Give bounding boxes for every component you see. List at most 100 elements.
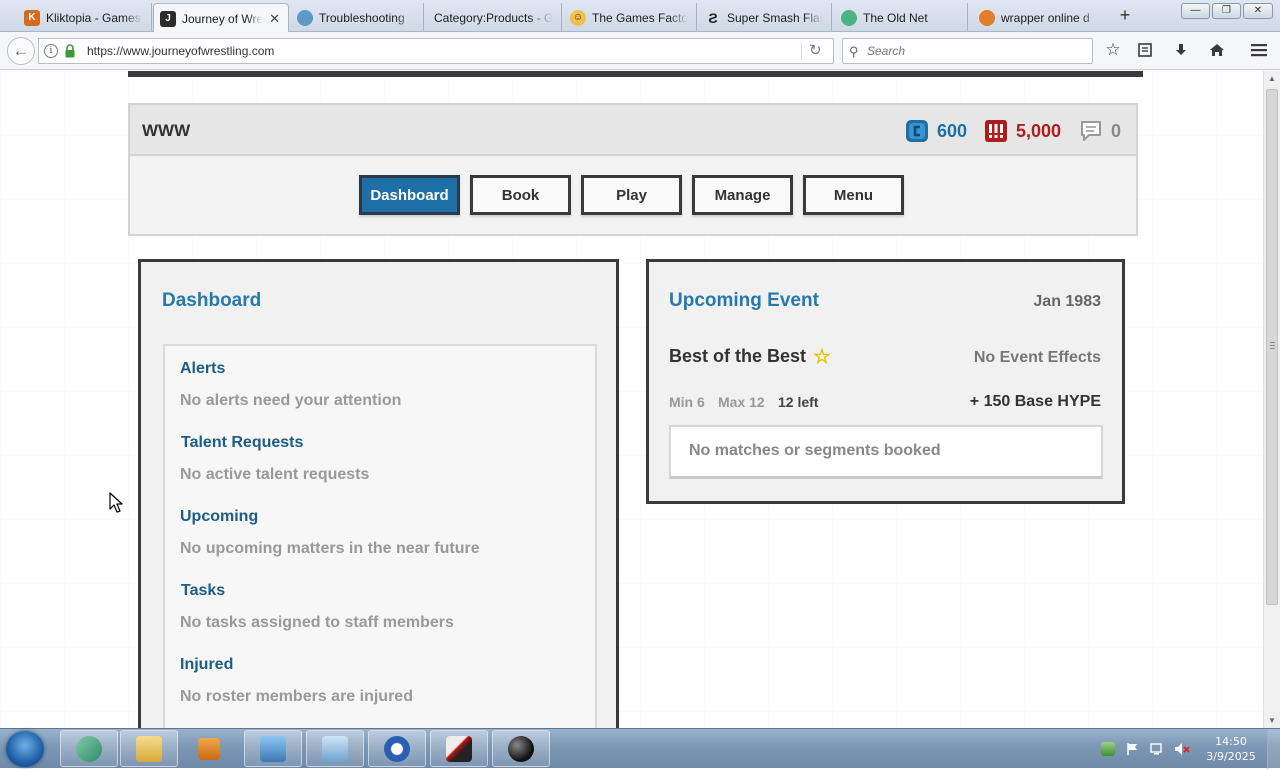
page-top-bar (128, 71, 1143, 77)
dashboard-item-injured[interactable]: Injured No roster members are injured (180, 656, 413, 706)
dashboard-item-title[interactable]: Injured (180, 656, 413, 674)
tab-title: Troubleshooting (319, 10, 405, 25)
url-text[interactable]: https://www.journeyofwrestling.com (87, 44, 274, 58)
mouse-cursor-icon (109, 492, 123, 513)
menu-button[interactable]: Menu (803, 175, 904, 215)
close-window-button[interactable]: ✕ (1243, 3, 1273, 19)
event-slots-left: 12 left (778, 394, 819, 410)
tab-wrapper-online[interactable]: wrapper online d (973, 3, 1109, 32)
taskbar-app-smash[interactable] (430, 730, 488, 767)
download-icon[interactable] (1171, 40, 1191, 60)
star-icon[interactable]: ☆ (813, 347, 831, 367)
manage-button[interactable]: Manage (692, 175, 793, 215)
dashboard-item-upcoming[interactable]: Upcoming No upcoming matters in the near… (180, 508, 480, 558)
url-divider (801, 42, 802, 60)
dashboard-item-alerts[interactable]: Alerts No alerts need your attention (180, 360, 401, 410)
tab-kliktopia[interactable]: K Kliktopia - Games (18, 3, 152, 32)
event-name-text[interactable]: Best of the Best (669, 346, 806, 367)
scroll-grip (1270, 342, 1275, 349)
close-tab-icon[interactable]: ✕ (269, 11, 280, 27)
oldnet-icon (841, 9, 857, 26)
tray-network-icon[interactable] (1101, 742, 1115, 756)
search-bar[interactable]: ⚲ (842, 38, 1093, 64)
tab-old-net[interactable]: The Old Net (835, 3, 968, 32)
dashboard-card: Dashboard Alerts No alerts need your att… (138, 259, 619, 728)
tab-title: Super Smash Flash (727, 10, 823, 25)
tab-games-factory[interactable]: ☺ The Games Factory (564, 3, 697, 32)
dashboard-item-text: No active talent requests (180, 466, 370, 483)
show-desktop-button[interactable] (1267, 729, 1280, 769)
game-factory-icon (384, 735, 410, 762)
event-effects: No Event Effects (973, 349, 1101, 366)
promotion-name: WWW (142, 121, 191, 140)
tab-journey-of-wrestling[interactable]: J Journey of Wrestling ✕ (153, 3, 289, 33)
red-ticket-icon (985, 120, 1007, 142)
event-min-matches: Min 6 (669, 394, 705, 410)
search-input[interactable] (865, 42, 1085, 60)
troubleshooting-icon (297, 9, 313, 26)
scroll-down-icon[interactable]: ▼ (1268, 716, 1276, 725)
promotion-header: WWW 600 5,000 0 Dashboard Book Play Mana… (128, 103, 1138, 236)
dashboard-item-text: No tasks assigned to staff members (180, 614, 454, 631)
dashboard-item-tasks[interactable]: Tasks No tasks assigned to staff members (180, 582, 454, 632)
smash-icon: Ƨ (708, 9, 718, 26)
browser-tab-strip: K Kliktopia - Games J Journey of Wrestli… (0, 0, 1280, 33)
red-currency-value: 5,000 (1016, 120, 1062, 141)
dashboard-item-title[interactable]: Tasks (181, 582, 454, 600)
event-name[interactable]: Best of the Best ☆ (669, 346, 831, 367)
scroll-thumb[interactable] (1266, 89, 1278, 605)
taskbar-app-photos[interactable] (244, 730, 302, 767)
tray-monitor-icon[interactable] (1150, 742, 1164, 756)
taskbar-app-media[interactable] (180, 730, 238, 767)
messages-stat[interactable]: 0 (1079, 118, 1121, 144)
scroll-up-icon[interactable]: ▲ (1268, 74, 1276, 83)
blue-coin-icon (906, 120, 928, 142)
hamburger-menu-icon[interactable] (1249, 40, 1269, 60)
dashboard-item-title[interactable]: Alerts (180, 360, 401, 378)
messages-count: 0 (1111, 120, 1122, 141)
tab-troubleshooting[interactable]: Troubleshooting (291, 3, 424, 32)
taskbar-app-gamefactory[interactable] (368, 730, 426, 767)
tray-flag-icon[interactable] (1126, 742, 1140, 756)
minimize-button[interactable]: — (1181, 3, 1210, 19)
dashboard-button[interactable]: Dashboard (359, 175, 460, 215)
bookmark-star-icon[interactable]: ☆ (1103, 40, 1123, 60)
lock-icon (65, 44, 75, 58)
home-icon[interactable] (1207, 40, 1227, 60)
back-arrow-icon[interactable]: ← (7, 37, 35, 65)
taskbar-app-explorer[interactable] (120, 730, 178, 767)
taskbar-app-dragon[interactable] (60, 730, 118, 767)
media-player-icon (198, 737, 220, 760)
promotion-header-top: WWW 600 5,000 0 (130, 105, 1136, 156)
dragon-app-icon (76, 735, 102, 762)
maximize-button[interactable]: ❐ (1212, 3, 1241, 19)
dashboard-item-talent-requests[interactable]: Talent Requests No active talent request… (180, 434, 370, 484)
start-button[interactable] (6, 731, 44, 767)
blue-currency-stat[interactable]: 600 (905, 118, 967, 144)
red-currency-stat[interactable]: 5,000 (984, 118, 1061, 144)
url-bar[interactable]: i https://www.journeyofwrestling.com ↻ (38, 38, 834, 64)
tab-category-products[interactable]: Category:Products - G (426, 3, 562, 32)
remote-desktop-icon (322, 735, 348, 762)
folder-icon (136, 735, 162, 762)
event-card-matches[interactable]: No matches or segments booked (669, 425, 1103, 479)
reading-list-icon[interactable] (1135, 40, 1155, 60)
event-date: Jan 1983 (1033, 293, 1101, 310)
book-button[interactable]: Book (470, 175, 571, 215)
play-button[interactable]: Play (581, 175, 682, 215)
tab-title: Category:Products - G (434, 10, 553, 25)
info-icon[interactable]: i (44, 44, 58, 58)
browser-nav-bar: ← i https://www.journeyofwrestling.com ↻… (0, 32, 1280, 70)
dashboard-item-title[interactable]: Upcoming (180, 508, 480, 526)
reload-icon[interactable]: ↻ (809, 41, 822, 59)
page-scrollbar[interactable]: ▲ ▼ (1263, 71, 1280, 728)
tab-super-smash-flash[interactable]: Ƨ Super Smash Flash (699, 3, 832, 32)
taskbar-clock[interactable]: 14:50 3/9/2025 (1199, 734, 1263, 764)
dashboard-item-title[interactable]: Talent Requests (181, 434, 369, 452)
clock-date: 3/9/2025 (1206, 750, 1256, 763)
taskbar-app-remote[interactable] (306, 730, 364, 767)
taskbar-app-ball[interactable] (492, 730, 550, 767)
wrapper-icon (979, 9, 995, 26)
tray-volume-muted-icon[interactable] (1174, 742, 1190, 756)
new-tab-button[interactable]: + (1116, 5, 1134, 25)
